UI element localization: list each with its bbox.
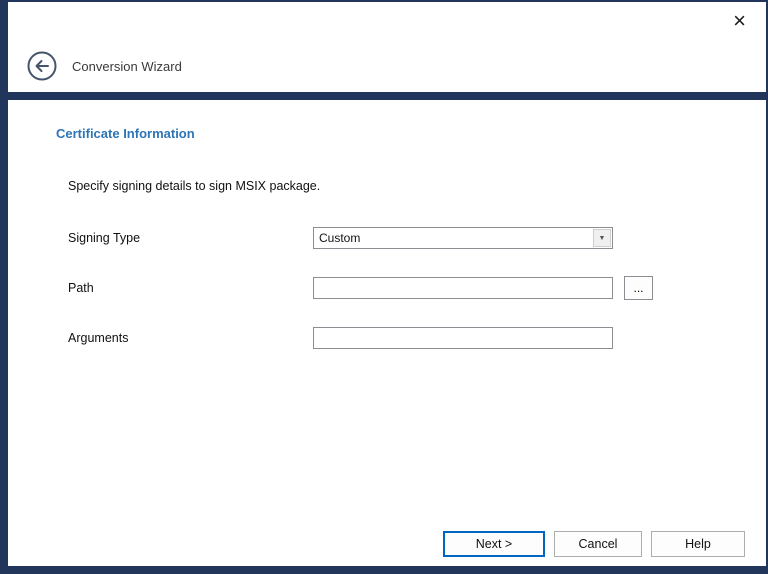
next-button[interactable]: Next > — [443, 531, 545, 557]
title-bar: × — [8, 2, 766, 40]
path-label: Path — [68, 281, 313, 295]
path-row: Path ... — [68, 276, 766, 300]
help-button[interactable]: Help — [651, 531, 745, 557]
wizard-title: Conversion Wizard — [72, 59, 182, 74]
cancel-button[interactable]: Cancel — [554, 531, 642, 557]
back-button[interactable] — [26, 50, 58, 82]
header-separator — [8, 92, 766, 100]
certificate-form: Signing Type Custom ▼ Path ... Arguments — [68, 227, 766, 349]
browse-button[interactable]: ... — [624, 276, 653, 300]
back-arrow-icon — [26, 50, 58, 82]
chevron-down-icon[interactable]: ▼ — [593, 229, 611, 247]
path-input[interactable] — [313, 277, 613, 299]
signing-type-dropdown[interactable]: Custom ▼ — [313, 227, 613, 249]
arguments-label: Arguments — [68, 331, 313, 345]
dialog-body: × Conversion Wizard Certificate Informat… — [8, 2, 766, 566]
signing-type-row: Signing Type Custom ▼ — [68, 227, 766, 249]
arguments-row: Arguments — [68, 327, 766, 349]
close-icon[interactable]: × — [733, 10, 746, 32]
page-description: Specify signing details to sign MSIX pac… — [68, 179, 766, 193]
signing-type-label: Signing Type — [68, 231, 313, 245]
wizard-header: Conversion Wizard — [8, 40, 766, 92]
page-title: Certificate Information — [56, 126, 766, 141]
page-content: Certificate Information Specify signing … — [8, 100, 766, 531]
arguments-input[interactable] — [313, 327, 613, 349]
signing-type-selected-value: Custom — [314, 228, 592, 248]
dialog-footer: Next > Cancel Help — [8, 531, 766, 566]
conversion-wizard-dialog: × Conversion Wizard Certificate Informat… — [0, 0, 768, 574]
